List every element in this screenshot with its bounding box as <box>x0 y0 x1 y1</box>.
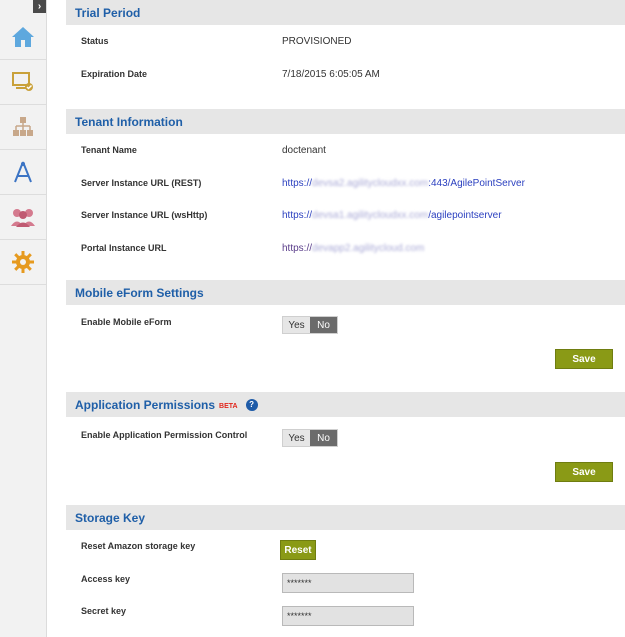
tenant-name-label: Tenant Name <box>81 145 137 155</box>
access-key-field[interactable]: ******* <box>282 573 414 593</box>
url-masked-host: devapp2.agilitycloud.com <box>312 243 425 254</box>
monitor-check-icon <box>12 72 33 91</box>
enable-mobile-eform-label: Enable Mobile eForm <box>81 317 172 327</box>
section-header-storage-key: Storage Key <box>66 505 625 530</box>
sidebar: › <box>0 0 47 637</box>
url-suffix: /agilepointserver <box>428 210 502 221</box>
section-title: Storage Key <box>75 510 146 525</box>
sidebar-item-users[interactable] <box>0 195 46 240</box>
portal-url-link[interactable]: https://devapp2.agilitycloud.com <box>282 243 424 254</box>
url-masked-host: devsa1.agilitycloudxx.com <box>312 210 429 221</box>
expiration-value: 7/18/2015 6:05:05 AM <box>282 69 380 80</box>
permissions-save-button[interactable]: Save <box>555 462 613 482</box>
section-header-tenant-information: Tenant Information <box>66 109 625 134</box>
users-group-icon <box>11 209 35 227</box>
url-prefix: https:// <box>282 178 313 189</box>
toggle-yes-option[interactable]: Yes <box>283 317 310 333</box>
access-key-label: Access key <box>81 574 131 584</box>
sidebar-item-designer[interactable] <box>0 150 46 195</box>
section-header-mobile-eform: Mobile eForm Settings <box>66 280 625 305</box>
sidebar-item-home[interactable] <box>0 15 46 60</box>
sidebar-toggle-button[interactable]: › <box>33 0 46 13</box>
url-prefix: https:// <box>282 210 313 221</box>
section-title: Mobile eForm Settings <box>75 285 204 300</box>
home-icon <box>12 27 34 47</box>
sidebar-item-settings[interactable] <box>0 240 46 285</box>
status-label: Status <box>81 36 109 46</box>
toggle-no-option[interactable]: No <box>310 317 337 333</box>
tenant-name-value: doctenant <box>282 145 326 156</box>
section-header-trial-period: Trial Period <box>66 0 625 25</box>
gear-icon <box>12 251 34 273</box>
expiration-label: Expiration Date <box>81 69 148 79</box>
toggle-no-option[interactable]: No <box>310 430 337 446</box>
sidebar-item-monitor[interactable] <box>0 60 46 105</box>
beta-badge: BETA <box>219 402 238 410</box>
url-masked-host: devsa2.agilitycloudxx.com <box>312 178 429 189</box>
section-title: Tenant Information <box>75 114 183 129</box>
designer-compass-icon <box>14 161 32 183</box>
section-header-application-permissions: Application Permissions BETA ? <box>66 392 625 417</box>
secret-key-label: Secret key <box>81 606 127 616</box>
server-rest-url-label: Server Instance URL (REST) <box>81 178 202 188</box>
main-content: Trial Period Status PROVISIONED Expirati… <box>66 0 625 637</box>
url-suffix: :443/AgilePointServer <box>428 178 525 189</box>
status-value: PROVISIONED <box>282 36 352 47</box>
sidebar-item-hierarchy[interactable] <box>0 105 46 150</box>
section-title: Trial Period <box>75 5 141 20</box>
app-permission-toggle: Yes No <box>282 429 338 447</box>
section-title: Application Permissions <box>75 397 216 412</box>
server-wshttp-url-label: Server Instance URL (wsHttp) <box>81 210 208 220</box>
portal-url-label: Portal Instance URL <box>81 243 167 253</box>
toggle-yes-option[interactable]: Yes <box>283 430 310 446</box>
secret-key-field[interactable]: ******* <box>282 606 414 626</box>
reset-storage-key-button[interactable]: Reset <box>280 540 316 560</box>
hierarchy-icon <box>13 117 33 136</box>
reset-storage-key-label: Reset Amazon storage key <box>81 541 196 551</box>
mobile-save-button[interactable]: Save <box>555 349 613 369</box>
mobile-eform-toggle: Yes No <box>282 316 338 334</box>
help-icon[interactable]: ? <box>245 398 258 411</box>
enable-app-permission-label: Enable Application Permission Control <box>81 430 248 440</box>
url-prefix: https:// <box>282 243 313 254</box>
server-rest-url-link[interactable]: https://devsa2.agilitycloudxx.com:443/Ag… <box>282 178 525 189</box>
server-wshttp-url-link[interactable]: https://devsa1.agilitycloudxx.com/agilep… <box>282 210 502 221</box>
